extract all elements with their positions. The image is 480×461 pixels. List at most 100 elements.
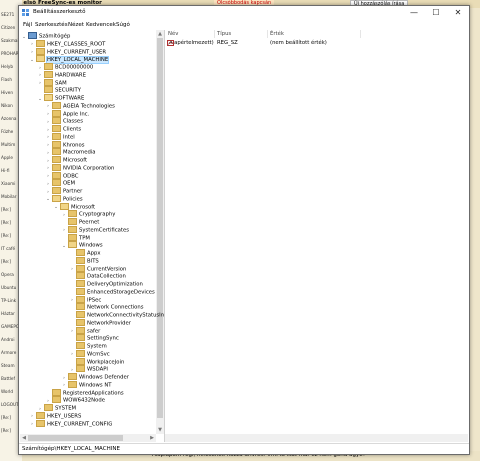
collapse-chevron-icon[interactable]: ⌄ [37, 96, 43, 104]
tree-node-label: WcmSvc [87, 351, 110, 358]
folder-icon [36, 411, 45, 419]
tree-node-label: WorkplaceJoin [87, 359, 125, 365]
background-sidebar-line[interactable]: Battlef [1, 376, 15, 381]
menu-edit[interactable]: Szerkesztés [35, 22, 68, 28]
menu-help[interactable]: Súgó [116, 22, 130, 28]
background-sidebar-line[interactable]: Azonna [1, 116, 17, 121]
folder-icon [76, 334, 85, 342]
status-bar: Számítógép\HKEY_LOCAL_MACHINE [19, 443, 469, 454]
background-sidebar-line[interactable]: PROHAR [1, 51, 19, 56]
tree-node-label: HKEY_LOCAL_MACHINE [45, 55, 110, 64]
tree-vertical-scrollbar[interactable]: ▲ ▼ [156, 30, 164, 434]
scroll-up-icon[interactable]: ▲ [156, 30, 164, 38]
background-sidebar-line[interactable]: Apple [1, 155, 13, 160]
column-divider[interactable] [360, 30, 361, 38]
column-divider[interactable] [214, 30, 215, 38]
value-name-cell: ab (Alapértelmezett) [167, 40, 214, 46]
background-sidebar-line[interactable]: Nikon [1, 103, 13, 108]
background-sidebar-line[interactable]: [Re:] [1, 233, 11, 238]
background-sidebar-line[interactable]: IT café [1, 246, 15, 251]
folder-icon [36, 47, 45, 55]
tree-node-label: Classes [63, 118, 83, 125]
close-button[interactable]: ✕ [447, 6, 469, 20]
registry-tree[interactable]: ▲ ▼ ◀ ▶ ⌄ Számítógép › HKEY_CLASSES_ROOT › HK… [20, 30, 165, 442]
scroll-right-icon[interactable]: ▶ [148, 434, 156, 442]
tree-node-label: Macromedia [63, 149, 96, 156]
background-sidebar-line[interactable]: Helyb [1, 64, 13, 69]
background-sidebar-line[interactable]: GAMEPO [1, 324, 19, 329]
background-sidebar-line[interactable]: TP-Link [1, 298, 16, 303]
expand-chevron-icon[interactable]: › [29, 421, 35, 429]
folder-icon [76, 303, 85, 311]
collapse-chevron-icon[interactable]: ⌄ [29, 57, 35, 65]
background-sidebar-line[interactable]: [Re:] [1, 259, 11, 264]
collapse-chevron-icon[interactable]: ⌄ [53, 204, 59, 212]
value-row[interactable]: ab (Alapértelmezett) REG_SZ (nem beállíto… [165, 40, 468, 48]
background-sidebar-line[interactable]: Ubuntu [1, 285, 16, 290]
tree-node[interactable]: › HKEY_CURRENT_CONFIG [29, 419, 112, 429]
column-data-header[interactable]: Érték [270, 31, 284, 37]
tree-node-label: NetworkConnectivityStatusInd [87, 312, 165, 319]
menu-view[interactable]: Nézet [68, 22, 84, 28]
background-sidebar-line[interactable]: Androi [1, 337, 15, 342]
background-sidebar-line[interactable]: Flash [1, 77, 12, 82]
background-sidebar-line[interactable]: [Re:] [1, 207, 11, 212]
background-sidebar-line[interactable]: Multim [1, 142, 15, 147]
background-sidebar-line[interactable]: World [1, 389, 13, 394]
title-bar[interactable]: Beállításszerkesztő — ☐ ✕ [19, 6, 469, 20]
folder-icon [52, 388, 61, 396]
maximize-button[interactable]: ☐ [425, 6, 447, 20]
value-type: REG_SZ [217, 40, 238, 46]
folder-icon [68, 373, 77, 380]
background-sidebar-line[interactable]: Fűzhe [1, 129, 13, 134]
tree-node-label: Khronos [63, 142, 85, 148]
tree-scroll-thumb[interactable] [157, 38, 163, 418]
column-name-header[interactable]: Név [168, 31, 178, 37]
tree-hscroll-thumb[interactable] [28, 435, 123, 441]
folder-icon [76, 256, 85, 264]
tree-node-label: WOW6432Node [63, 397, 105, 404]
tree-node-label: SYSTEM [55, 405, 77, 412]
background-sidebar-line[interactable]: Xiaomi [1, 181, 15, 186]
collapse-chevron-icon[interactable]: ⌄ [21, 34, 27, 42]
background-sidebar-line[interactable]: [Re:] [1, 220, 11, 225]
collapse-chevron-icon[interactable]: ⌄ [61, 243, 67, 251]
minimize-button[interactable]: — [403, 6, 425, 20]
menu-file[interactable]: Fájl [23, 22, 32, 28]
folder-icon [68, 225, 77, 233]
tree-node-label: Számítógép [39, 33, 71, 40]
tree-node-label: Intel [63, 134, 75, 141]
tree-node-label: TPM [79, 235, 90, 241]
background-sidebar-line[interactable]: Hi-fi [1, 168, 9, 173]
column-type-header[interactable]: Típus [217, 31, 231, 37]
background-sidebar-line[interactable]: Citizen [1, 25, 15, 30]
tree-node-label: Network Connections [87, 304, 144, 311]
folder-icon [52, 132, 61, 140]
background-sidebar-line[interactable]: Szakmai [1, 38, 19, 43]
tree-node-label: NVIDIA Corporation [63, 165, 115, 172]
values-horizontal-scrollbar[interactable] [165, 434, 468, 442]
tree-node-label: IPSec [87, 297, 102, 303]
scroll-down-icon[interactable]: ▼ [156, 426, 164, 434]
background-sidebar-line[interactable]: Opera [1, 272, 14, 277]
folder-icon [52, 117, 61, 125]
background-sidebar-line[interactable]: SE271 [1, 12, 14, 17]
tree-node-label: Windows Defender [79, 374, 129, 381]
value-data: (nem beállított érték) [270, 40, 327, 46]
scroll-left-icon[interactable]: ◀ [20, 434, 28, 442]
background-sidebar-line[interactable]: LOGOUT [1, 402, 19, 407]
folder-icon [52, 171, 61, 179]
background-sidebar-line[interactable]: Steam [1, 363, 15, 368]
column-divider[interactable] [267, 30, 268, 38]
background-sidebar-line[interactable]: Armore [1, 350, 16, 355]
collapse-chevron-icon[interactable]: ⌄ [45, 196, 51, 204]
folder-icon [44, 63, 53, 70]
tree-horizontal-scrollbar[interactable]: ◀ ▶ [20, 434, 156, 442]
tree-node-label: SOFTWARE [55, 95, 85, 102]
background-sidebar-line[interactable]: Mobilar [1, 194, 16, 199]
background-sidebar-line[interactable]: [Re:] [1, 428, 11, 433]
menu-favorites[interactable]: Kedvencek [86, 22, 116, 28]
background-sidebar-line[interactable]: Háztar [1, 311, 15, 316]
background-sidebar-line[interactable]: Hiven [1, 90, 13, 95]
background-sidebar-line[interactable]: [Re:] [1, 415, 11, 420]
